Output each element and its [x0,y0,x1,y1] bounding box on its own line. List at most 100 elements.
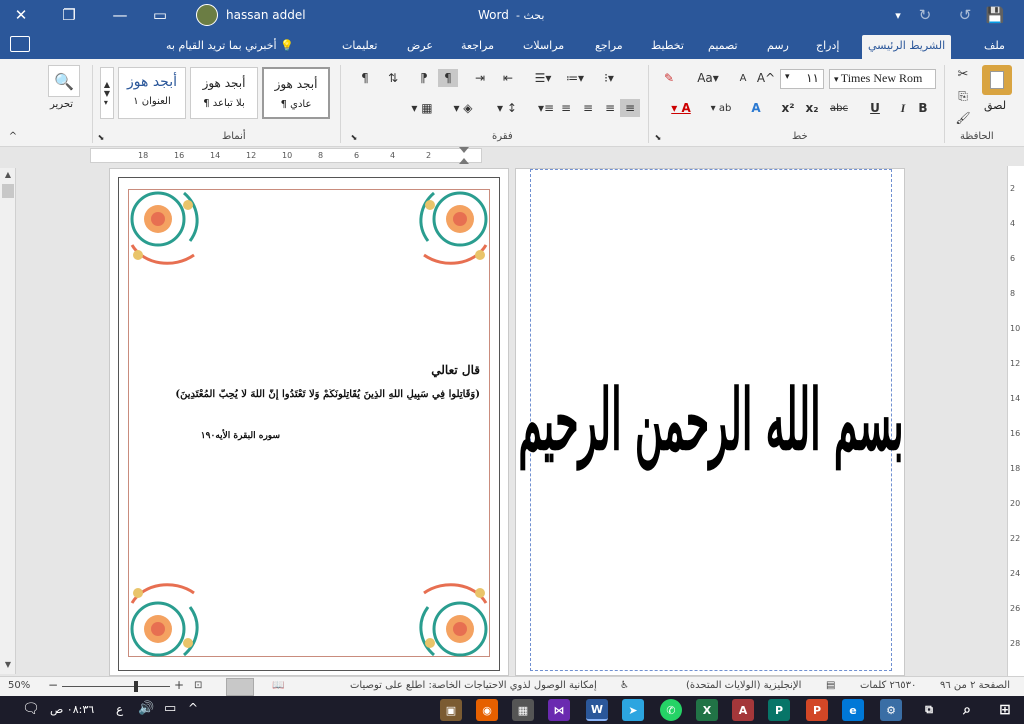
align-justify-active-icon[interactable]: ≡ [620,99,640,117]
increase-indent-icon[interactable]: ⇥ [470,69,490,87]
tab-help[interactable]: تعليمات [336,37,383,59]
style-heading1[interactable]: أبجد هوز العنوان ١ [118,67,186,119]
underline-button[interactable]: U [866,99,884,117]
decrease-indent-icon[interactable]: ⇤ [498,69,518,87]
network-icon[interactable]: ▭ [164,701,176,716]
tell-me-search[interactable]: أخبرني بما تريد القيام به 💡 [160,37,300,59]
notifications-icon[interactable]: 🗨 [22,701,40,717]
vertical-ruler[interactable]: 2 4 6 8 10 12 14 16 18 20 22 24 26 28 [1007,166,1024,676]
app-icon-word[interactable]: W [586,699,608,721]
restore-icon[interactable]: ❐ [54,0,84,30]
doc-verse[interactable]: (وَقَاتِلُوا فِي سَبِيلِ اللَّهِ الَّذِي… [144,389,480,400]
style-normal[interactable]: أبجد هوز ¶ عادي [262,67,330,119]
avatar[interactable] [196,4,218,26]
styles-launcher-icon[interactable]: ⬊ [95,131,107,143]
app-icon-file-explorer[interactable]: ▣ [440,699,462,721]
input-language[interactable]: ع [116,702,123,716]
page-left[interactable]: قال تعالي (وَقَاتِلُوا فِي سَبِيلِ اللَّ… [109,168,509,676]
borders-icon[interactable]: ▾ ▦ [404,99,440,117]
save-icon[interactable]: 💾 [983,0,1007,30]
grow-font-button[interactable]: A^ [756,69,776,87]
app-icon-edge[interactable]: e [842,699,864,721]
shrink-font-button[interactable]: A [736,69,750,87]
sort-icon[interactable]: ⇅ [384,69,402,87]
bullets-icon[interactable]: ⁝▾ [596,69,622,87]
align-center-icon[interactable]: ≡ [578,99,598,117]
change-case-button[interactable]: Aa ▾ [690,69,726,87]
line-spacing-icon[interactable]: ▾ ↕ [492,99,522,117]
font-size-field[interactable]: ▾ ١١ [780,69,824,89]
bold-button[interactable]: B [914,99,932,117]
scroll-down-icon[interactable]: ▼ [2,660,14,672]
search-icon[interactable]: ⌕ [956,699,978,721]
tab-mailings[interactable]: مراسلات [517,37,570,59]
multilevel-list-icon[interactable]: ☰▾ [530,69,556,87]
ribbon-display-icon[interactable]: ▭ [145,0,175,30]
tab-references[interactable]: مراجع [589,37,629,59]
style-no-spacing[interactable]: أبجد هوز ¶ بلا تباعد [190,67,258,119]
read-mode-icon[interactable]: 📖 [272,680,284,691]
zoom-slider[interactable] [62,686,170,687]
align-left-icon[interactable]: ≡ [600,99,620,117]
app-icon-firefox[interactable]: ◉ [476,699,498,721]
calligraphy-image[interactable]: بسم الله الرحمن الرحيم [518,319,903,519]
zoom-out-icon[interactable]: − [48,678,58,692]
focus-icon[interactable]: ⊡ [194,680,202,691]
tab-insert[interactable]: إدراج [810,37,845,59]
align-right-icon[interactable]: ≡ [556,99,576,117]
collapse-ribbon-icon[interactable]: ^ [6,129,20,143]
paste-label[interactable]: لصق [984,99,1006,112]
redo-icon[interactable]: ↻ [915,0,935,30]
italic-button[interactable]: I [894,99,912,117]
ltr-icon[interactable]: ⁋ [414,69,434,87]
app-icon-excel[interactable]: X [696,699,718,721]
font-color-icon[interactable]: ▾ A [666,99,696,117]
app-icon-settings[interactable]: ⚙ [880,699,902,721]
minimize-icon[interactable]: — [105,0,135,30]
tab-review[interactable]: مراجعة [455,37,500,59]
app-icon-visual-studio[interactable]: ⋈ [548,699,570,721]
scroll-up-icon[interactable]: ▲ [2,170,14,182]
task-view-icon[interactable]: ⧉ [918,699,940,721]
undo-icon[interactable]: ↺ [955,0,975,30]
accessibility-status[interactable]: إمكانية الوصول لذوي الاحتياجات الخاصة: ا… [350,680,597,691]
tab-file[interactable]: ملف [978,37,1011,59]
styles-scroll[interactable]: ▲ ▼ ▾ [100,67,114,119]
indent-marker[interactable] [459,147,469,153]
comments-icon[interactable] [10,36,30,52]
word-count[interactable]: ٢٦٥٣٠ كلمات [860,680,916,691]
highlight-icon[interactable]: ▾ ab [706,99,736,117]
doc-verse-reference[interactable]: سوره البقرة الأيه١٩٠ [201,431,280,441]
app-icon-powerpoint[interactable]: P [806,699,828,721]
user-name[interactable]: hassan addel [226,8,306,22]
rtl-icon[interactable]: ¶ [438,69,458,87]
tab-draw[interactable]: رسم [761,37,795,59]
zoom-level[interactable]: 50% [8,680,30,691]
font-launcher-icon[interactable]: ⬊ [652,131,664,143]
numbering-icon[interactable]: ≔▾ [562,69,588,87]
indent-marker-bottom[interactable] [459,158,469,164]
tab-layout[interactable]: تخطيط [645,37,690,59]
find-icon[interactable]: 🔍 [48,65,80,97]
cut-icon[interactable]: ✂ [954,65,972,83]
zoom-in-icon[interactable]: + [174,678,184,692]
app-icon-whatsapp[interactable]: ✆ [660,699,682,721]
horizontal-ruler[interactable]: 2 4 6 8 10 12 14 16 18 [90,147,482,164]
page-right[interactable]: بسم الله الرحمن الرحيم [515,168,905,676]
app-icon-access[interactable]: A [732,699,754,721]
font-name-field[interactable]: ▾ Times New Rom [829,69,936,89]
language-status[interactable]: الإنجليزية (الولايات المتحدة) [686,680,801,691]
tray-chevron-icon[interactable]: ^ [188,701,198,715]
app-icon-publisher[interactable]: P [768,699,790,721]
app-icon-calculator[interactable]: ▦ [512,699,534,721]
scroll-thumb[interactable] [2,184,14,198]
start-icon[interactable]: ⊞ [994,699,1016,721]
proofing-icon[interactable]: ▤ [826,680,835,691]
shading-icon[interactable]: ▾ ◈ [448,99,478,117]
customize-qat-icon[interactable]: ▾ [888,0,908,30]
search-box[interactable]: بحث - [516,9,544,22]
doc-heading[interactable]: قال تعالي [431,363,480,377]
app-icon-telegram[interactable]: ➤ [622,699,644,721]
page-count[interactable]: الصفحة ٢ من ٩٦ [940,680,1010,691]
format-painter-icon[interactable]: 🖌 [954,109,972,127]
